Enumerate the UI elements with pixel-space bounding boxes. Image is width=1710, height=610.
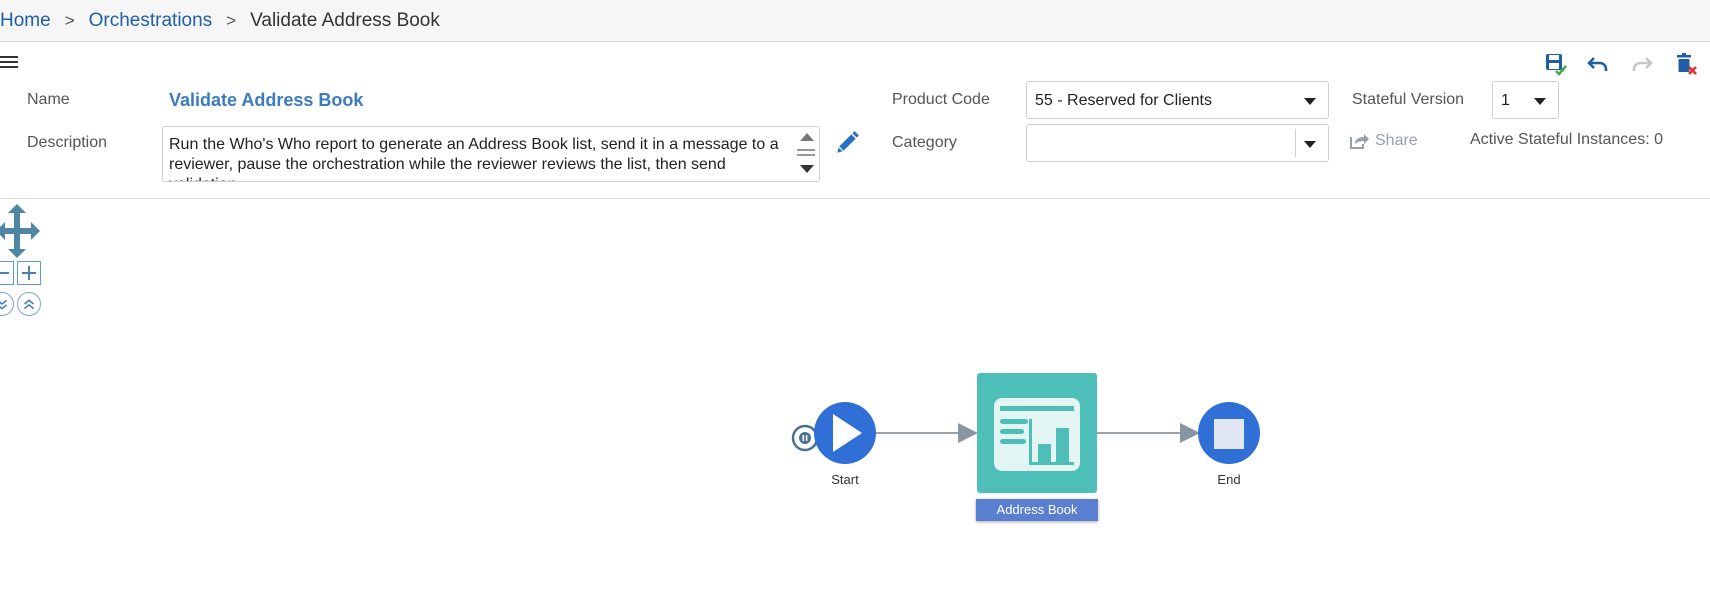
stateful-version-value: 1 <box>1501 92 1510 109</box>
save-check-icon[interactable] <box>1544 52 1568 76</box>
edit-pencil-icon[interactable] <box>834 130 860 156</box>
share-icon <box>1350 134 1369 149</box>
name-label: Name <box>27 91 70 108</box>
stop-icon <box>1214 419 1244 449</box>
hamburger-menu-icon[interactable] <box>0 56 18 70</box>
chevron-down-icon <box>1304 98 1316 105</box>
description-scrollbar[interactable] <box>793 127 819 181</box>
active-instances-text: Active Stateful Instances: 0 <box>1470 131 1663 148</box>
product-code-value: 55 - Reserved for Clients <box>1035 92 1212 109</box>
scroll-down-icon[interactable] <box>800 165 814 173</box>
stateful-version-label: Stateful Version <box>1352 91 1465 108</box>
delete-icon[interactable] <box>1674 52 1698 76</box>
breadcrumb: Home > Orchestrations > Validate Address… <box>0 0 1710 42</box>
scroll-thumb[interactable] <box>797 149 815 156</box>
report-node-label[interactable]: Address Book Report <box>976 499 1098 539</box>
orchestration-header-panel: Name Validate Address Book Description R… <box>0 42 1710 199</box>
breadcrumb-separator: > <box>226 10 237 30</box>
stateful-version-select[interactable]: 1 <box>1492 81 1559 119</box>
undo-icon[interactable] <box>1586 52 1610 76</box>
pause-badge-icon <box>791 424 819 452</box>
share-label: Share <box>1375 132 1418 149</box>
breadcrumb-home-link[interactable]: Home <box>0 10 51 32</box>
name-value[interactable]: Validate Address Book <box>169 90 363 111</box>
redo-icon[interactable] <box>1630 52 1654 76</box>
product-code-label: Product Code <box>892 91 990 108</box>
select-divider <box>1295 129 1296 157</box>
breadcrumb-orchestrations-link[interactable]: Orchestrations <box>89 10 213 32</box>
chevron-down-icon <box>1304 141 1316 148</box>
orchestration-canvas[interactable]: Start Address Book Report End <box>0 200 1710 610</box>
start-node-label: Start <box>831 472 859 487</box>
address-book-report-node <box>977 373 1097 493</box>
flow-diagram <box>791 373 1260 493</box>
chevron-down-icon <box>1534 98 1546 105</box>
scroll-up-icon[interactable] <box>800 133 814 141</box>
category-select[interactable] <box>1026 124 1329 162</box>
description-text: Run the Who's Who report to generate an … <box>169 136 779 181</box>
breadcrumb-current: Validate Address Book <box>250 9 440 31</box>
end-node <box>1198 402 1260 464</box>
description-label: Description <box>27 134 108 151</box>
share-button[interactable]: Share <box>1349 132 1418 150</box>
end-node-label: End <box>1217 472 1241 487</box>
product-code-select[interactable]: 55 - Reserved for Clients <box>1026 81 1329 119</box>
category-label: Category <box>892 134 957 151</box>
start-node <box>814 402 876 464</box>
description-textarea[interactable]: Run the Who's Who report to generate an … <box>162 126 820 182</box>
breadcrumb-separator: > <box>64 10 75 30</box>
